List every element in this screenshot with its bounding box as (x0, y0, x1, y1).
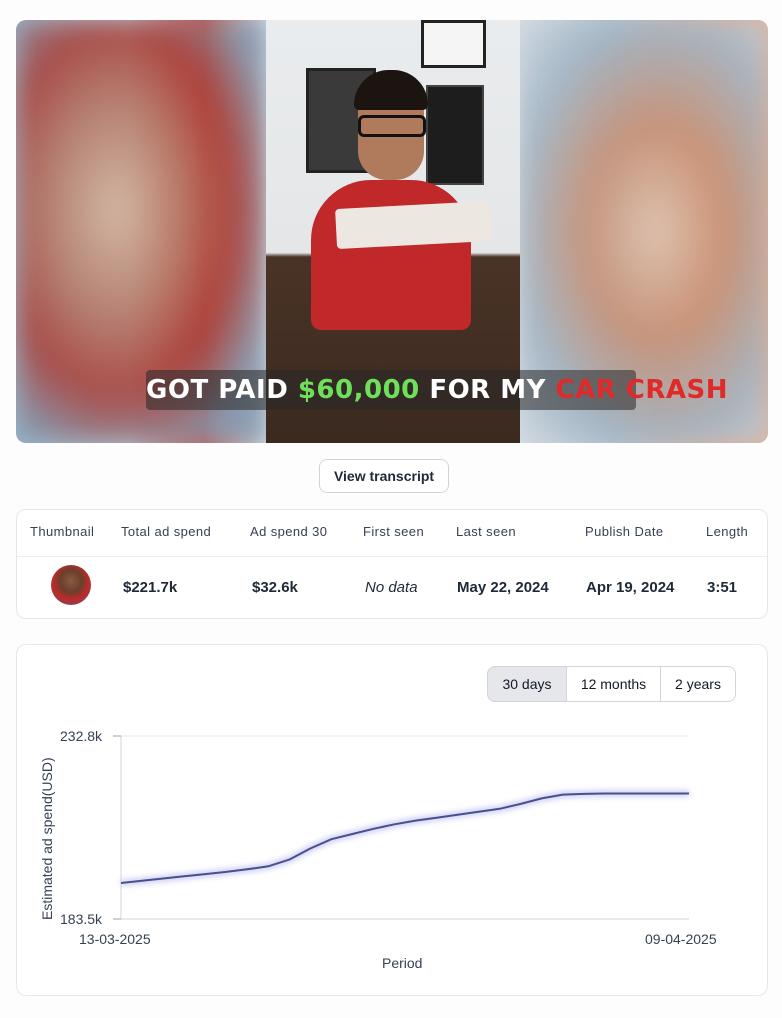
caption-part1: GOT PAID (146, 375, 298, 405)
header-thumbnail: Thumbnail (30, 524, 95, 539)
video-caption: GOT PAID $60,000 FOR MY CAR CRASH (146, 370, 727, 410)
data-point[interactable] (642, 789, 652, 799)
video-player[interactable]: GOT PAID $60,000 FOR MY CAR CRASH (16, 20, 768, 443)
video-thumbnail-avatar[interactable] (51, 565, 91, 605)
view-transcript-button[interactable]: View transcript (319, 459, 449, 493)
data-point[interactable] (495, 804, 505, 814)
data-point[interactable] (432, 813, 442, 823)
cell-total-ad-spend: $221.7k (123, 579, 178, 596)
data-point[interactable] (558, 790, 568, 800)
cell-publish-date: Apr 19, 2024 (586, 579, 675, 596)
data-point[interactable] (621, 789, 631, 799)
header-last-seen: Last seen (456, 524, 516, 539)
data-point[interactable] (411, 816, 421, 826)
cell-ad-spend-30: $32.6k (252, 579, 298, 596)
data-point[interactable] (284, 855, 294, 865)
table-divider (17, 556, 767, 557)
data-point[interactable] (663, 789, 673, 799)
caption-highlight: CAR CRASH (555, 375, 728, 405)
header-ad-spend-30: Ad spend 30 (250, 524, 328, 539)
header-first-seen: First seen (363, 524, 425, 539)
data-point[interactable] (600, 789, 610, 799)
data-point[interactable] (326, 834, 336, 844)
person-glasses (358, 115, 426, 137)
data-point[interactable] (158, 874, 168, 884)
data-point[interactable] (684, 789, 694, 799)
header-publish-date: Publish Date (585, 524, 664, 539)
data-point[interactable] (221, 867, 231, 877)
wall-frame (421, 20, 486, 68)
data-point[interactable] (305, 844, 315, 854)
series-layer (116, 789, 694, 888)
data-point[interactable] (474, 807, 484, 817)
ad-stats-table: Thumbnail Total ad spend Ad spend 30 Fir… (16, 509, 768, 619)
data-point[interactable] (390, 819, 400, 829)
cell-length: 3:51 (707, 579, 738, 596)
caption-amount: $60,000 (297, 375, 420, 405)
cell-first-seen: No data (365, 579, 418, 596)
data-point[interactable] (200, 869, 210, 879)
data-point[interactable] (116, 878, 126, 888)
data-point[interactable] (242, 864, 252, 874)
cell-last-seen: May 22, 2024 (457, 579, 549, 596)
data-point[interactable] (137, 876, 147, 886)
data-point[interactable] (453, 810, 463, 820)
ad-spend-chart-card: 30 days 12 months 2 years Estimated ad s… (16, 644, 768, 996)
paper-check (335, 200, 492, 250)
data-point[interactable] (263, 861, 273, 871)
caption-part2: FOR MY (419, 375, 556, 405)
wall-sign (426, 85, 484, 185)
data-point[interactable] (516, 799, 526, 809)
data-point[interactable] (347, 829, 357, 839)
data-point[interactable] (368, 824, 378, 834)
data-point[interactable] (537, 793, 547, 803)
line-chart-plot (113, 735, 694, 920)
header-total-ad-spend: Total ad spend (121, 524, 212, 539)
header-length: Length (706, 524, 749, 539)
data-point[interactable] (179, 871, 189, 881)
data-point[interactable] (579, 789, 589, 799)
